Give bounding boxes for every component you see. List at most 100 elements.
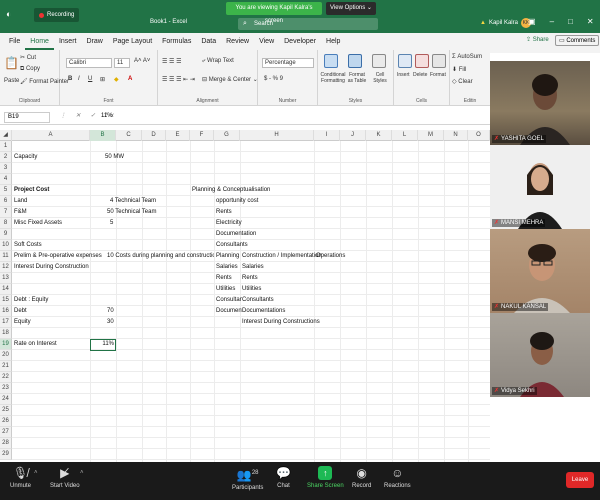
start-video-button[interactable]: ▶̸ Start Video: [50, 466, 80, 489]
row-header[interactable]: 22: [0, 372, 12, 383]
row-header[interactable]: 1: [0, 141, 12, 152]
cell-h15[interactable]: Consultants: [242, 295, 274, 306]
fill-color-icon[interactable]: ◆: [114, 76, 119, 83]
format-as-table-icon[interactable]: [348, 54, 362, 68]
cell-h16[interactable]: Documentations: [242, 306, 285, 317]
column-header[interactable]: J: [340, 130, 366, 141]
cell-a12[interactable]: Interest During Construction: [14, 262, 89, 273]
leave-meeting-button[interactable]: Leave: [566, 472, 594, 488]
fill-button[interactable]: ⬇ Fill: [452, 66, 466, 73]
tab-review[interactable]: Review: [221, 33, 254, 50]
cell-h11[interactable]: Construction / Implementation: [242, 251, 322, 262]
tab-help[interactable]: Help: [321, 33, 345, 50]
conditional-formatting-icon[interactable]: [324, 54, 338, 68]
cell-h17[interactable]: Interest During Constructions: [242, 317, 320, 328]
bold-button[interactable]: B: [68, 76, 72, 82]
currency-buttons[interactable]: $ - % 9: [264, 76, 283, 82]
cell-g9[interactable]: Documentation: [216, 229, 256, 240]
insert-cells-icon[interactable]: [398, 54, 412, 68]
paste-icon[interactable]: 📋: [4, 56, 19, 70]
grow-font-icon[interactable]: A˄ A˅: [134, 58, 150, 64]
cell-h14[interactable]: Utilities: [242, 284, 261, 295]
unmute-button[interactable]: 🎙︎̸ Unmute: [10, 466, 31, 489]
row-header[interactable]: 23: [0, 383, 12, 394]
cell-a7[interactable]: F&M: [14, 207, 27, 218]
column-header[interactable]: A: [12, 130, 90, 141]
cell-b8[interactable]: 5: [110, 218, 113, 229]
cell-styles-button[interactable]: Cell Styles: [370, 72, 390, 84]
user-account[interactable]: ▲ Kapil Kalra KK: [480, 18, 531, 28]
row-header[interactable]: 11: [0, 251, 12, 262]
number-format-box[interactable]: Percentage: [262, 58, 314, 68]
search-box[interactable]: ⌕ Search: [238, 18, 378, 30]
minimize-icon[interactable]: –: [550, 17, 554, 26]
audio-options-chevron-up-icon[interactable]: ˄: [34, 470, 38, 476]
clear-button[interactable]: ◇ Clear: [452, 78, 473, 85]
cell-g15[interactable]: Consultants: [216, 295, 242, 306]
row-header[interactable]: 10: [0, 240, 12, 251]
column-header[interactable]: D: [142, 130, 166, 141]
cell-h12[interactable]: Salaries: [242, 262, 264, 273]
autosum-button[interactable]: Σ AutoSum: [452, 54, 482, 60]
row-header[interactable]: 9: [0, 229, 12, 240]
row-header[interactable]: 24: [0, 394, 12, 405]
cell-b16[interactable]: 70: [107, 306, 114, 317]
row-header[interactable]: 17: [0, 317, 12, 328]
format-as-table-button[interactable]: Format as Table: [346, 72, 368, 84]
row-header[interactable]: 7: [0, 207, 12, 218]
autosave-icon[interactable]: ◐: [6, 8, 11, 20]
name-box[interactable]: B19: [4, 112, 50, 123]
cell-a10[interactable]: Soft Costs: [14, 240, 42, 251]
format-cells-icon[interactable]: [432, 54, 446, 68]
column-header[interactable]: M: [418, 130, 444, 141]
cell-a11[interactable]: Prelim & Pre-operative expenses: [14, 251, 102, 262]
column-header[interactable]: E: [166, 130, 190, 141]
align-top-icons[interactable]: ☰ ☰ ☰: [162, 58, 181, 65]
column-header[interactable]: G: [214, 130, 240, 141]
row-header[interactable]: 3: [0, 163, 12, 174]
column-header[interactable]: B: [90, 130, 116, 141]
column-header[interactable]: N: [444, 130, 468, 141]
maximize-icon[interactable]: □: [568, 17, 573, 26]
video-tile[interactable]: ✗ MANSI MEHRA: [490, 145, 590, 229]
cell-b2[interactable]: 50 MW: [105, 152, 124, 163]
cell-g12[interactable]: Salaries: [216, 262, 238, 273]
tab-view[interactable]: View: [254, 33, 279, 50]
cell-a6[interactable]: Land: [14, 196, 27, 207]
merge-center-button[interactable]: ⊟ Merge & Center ⌄: [202, 76, 258, 83]
row-header[interactable]: 15: [0, 295, 12, 306]
cell-f5[interactable]: Planning & Conceptualisation: [192, 185, 270, 196]
tab-home[interactable]: Home: [25, 33, 54, 50]
tab-file[interactable]: File: [4, 33, 25, 50]
share-button[interactable]: ⇪ Share: [526, 36, 549, 43]
align-horizontal-icons[interactable]: ☰ ☰ ☰ ⇤ ⇥: [162, 76, 195, 83]
cell-styles-icon[interactable]: [372, 54, 386, 68]
row-header[interactable]: 28: [0, 438, 12, 449]
row-header[interactable]: 19: [0, 339, 12, 350]
share-screen-button[interactable]: ↑ Share Screen: [307, 466, 344, 489]
delete-cells-icon[interactable]: [415, 54, 429, 68]
cell-b6[interactable]: 4 Technical Team: [110, 196, 156, 207]
view-options-button[interactable]: View Options ⌄: [326, 2, 376, 15]
video-tile[interactable]: ✗ NAKUL KANSAL: [490, 229, 590, 313]
video-tile[interactable]: ✗ Vidya Sekhri: [490, 313, 590, 397]
format-button[interactable]: Format: [430, 72, 446, 78]
row-header[interactable]: 5: [0, 185, 12, 196]
row-header[interactable]: 2: [0, 152, 12, 163]
copy-button[interactable]: ⧉ Copy: [20, 66, 40, 73]
participants-button[interactable]: 👥28 Participants: [232, 466, 263, 491]
spreadsheet-grid[interactable]: ◢ A B C D E F G H I J K L M N O 1 2 3 4 …: [0, 130, 490, 462]
insert-button[interactable]: Insert: [397, 72, 410, 78]
delete-button[interactable]: Delete: [413, 72, 427, 78]
select-all-corner[interactable]: ◢: [0, 130, 12, 141]
ribbon-display-icon[interactable]: ▣: [528, 17, 536, 26]
tab-insert[interactable]: Insert: [54, 33, 82, 50]
row-header[interactable]: 18: [0, 328, 12, 339]
cut-button[interactable]: ✂ Cut: [20, 54, 36, 61]
column-header[interactable]: K: [366, 130, 392, 141]
cell-b7[interactable]: 50 Technical Team: [107, 207, 156, 218]
cell-g11[interactable]: Planning: [216, 251, 239, 262]
row-header[interactable]: 13: [0, 273, 12, 284]
row-header[interactable]: 26: [0, 416, 12, 427]
row-header[interactable]: 14: [0, 284, 12, 295]
